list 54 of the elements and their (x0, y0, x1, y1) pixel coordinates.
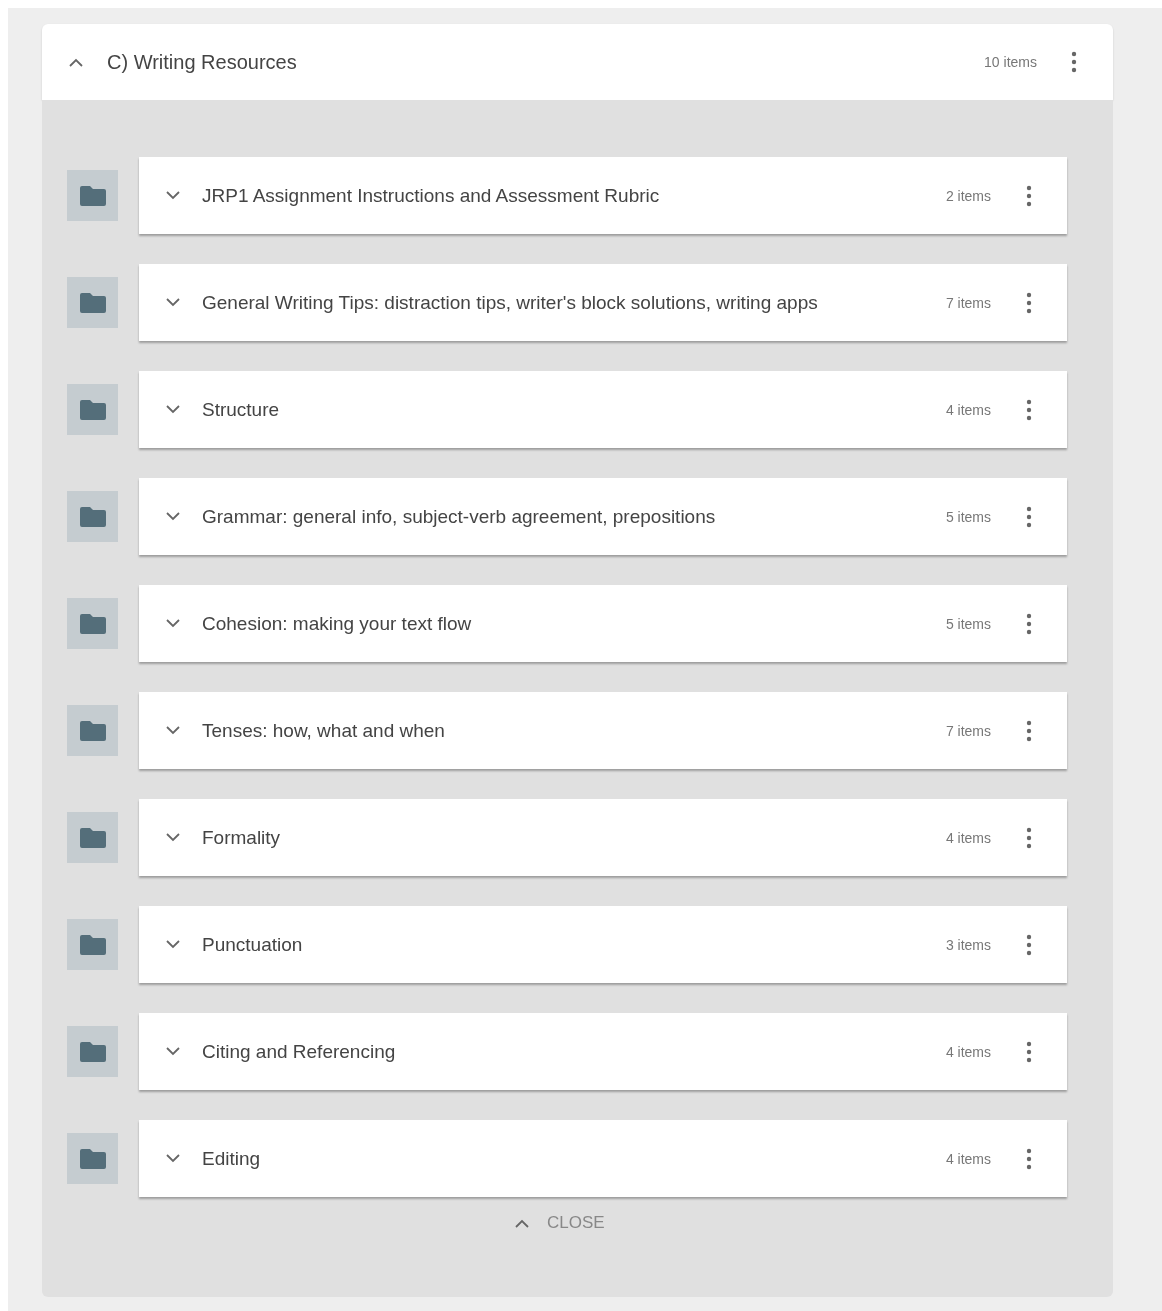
folder-title: General Writing Tips: distraction tips, writer's block solutions, writing apps (202, 291, 819, 314)
more-options-icon[interactable] (1026, 1147, 1032, 1170)
folder-title: Formality (202, 826, 282, 849)
folder-card[interactable]: Punctuation 3 items (139, 906, 1067, 983)
item-count: 7 items (945, 294, 991, 311)
folder-icon (79, 827, 106, 848)
more-options-icon[interactable] (1026, 612, 1032, 635)
more-options-icon[interactable] (1026, 1040, 1032, 1063)
section-header[interactable]: C) Writing Resources 10 items (42, 24, 1113, 100)
folder-card[interactable]: Cohesion: making your text flow 5 items (139, 585, 1067, 662)
folder-icon (79, 934, 106, 955)
more-options-icon[interactable] (1026, 291, 1032, 314)
section-title: C) Writing Resources (107, 50, 298, 74)
item-count: 5 items (945, 615, 991, 632)
folder-icon (79, 720, 106, 741)
folder-title: Tenses: how, what and when (202, 719, 446, 742)
folder-title: Citing and Referencing (202, 1040, 397, 1063)
folder-card[interactable]: General Writing Tips: distraction tips, writer's block solutions, writing apps 7 items (139, 264, 1067, 341)
item-count: 4 items (945, 829, 991, 846)
folder-icon (79, 506, 106, 527)
more-options-icon[interactable] (1026, 184, 1032, 207)
item-count: 7 items (945, 722, 991, 739)
item-count: 2 items (945, 187, 991, 204)
folder-icon (79, 1041, 106, 1062)
more-options-icon[interactable] (1026, 505, 1032, 528)
folder-card[interactable]: JRP1 Assignment Instructions and Assessment Rubric 2 items (139, 157, 1067, 234)
folder-title: JRP1 Assignment Instructions and Assessment Rubric (202, 184, 661, 207)
folder-card[interactable]: Editing 4 items (139, 1120, 1067, 1197)
item-count: 4 items (945, 1150, 991, 1167)
item-count: 3 items (945, 936, 991, 953)
more-options-icon[interactable] (1026, 398, 1032, 421)
folder-card[interactable]: Structure 4 items (139, 371, 1067, 448)
folder-title: Structure (202, 398, 281, 421)
folder-icon (79, 399, 106, 420)
item-count: 5 items (945, 508, 991, 525)
folder-card[interactable]: Tenses: how, what and when 7 items (139, 692, 1067, 769)
folder-icon (79, 613, 106, 634)
folder-title: Punctuation (202, 933, 304, 956)
folder-icon (79, 292, 106, 313)
folder-title: Grammar: general info, subject-verb agreement, prepositions (202, 505, 717, 528)
folder-card[interactable]: Grammar: general info, subject-verb agreement, prepositions 5 items (139, 478, 1067, 555)
more-options-icon[interactable] (1026, 719, 1032, 742)
folder-icon (79, 1148, 106, 1169)
folder-card[interactable]: Formality 4 items (139, 799, 1067, 876)
more-options-icon[interactable] (1071, 51, 1077, 73)
item-count: 10 items (984, 54, 1037, 70)
item-count: 4 items (945, 401, 991, 418)
item-count: 4 items (945, 1043, 991, 1060)
folder-icon (79, 185, 106, 206)
more-options-icon[interactable] (1026, 933, 1032, 956)
folder-title: Editing (202, 1147, 262, 1170)
more-options-icon[interactable] (1026, 826, 1032, 849)
folder-card[interactable]: Citing and Referencing 4 items (139, 1013, 1067, 1090)
folder-title: Cohesion: making your text flow (202, 612, 473, 635)
